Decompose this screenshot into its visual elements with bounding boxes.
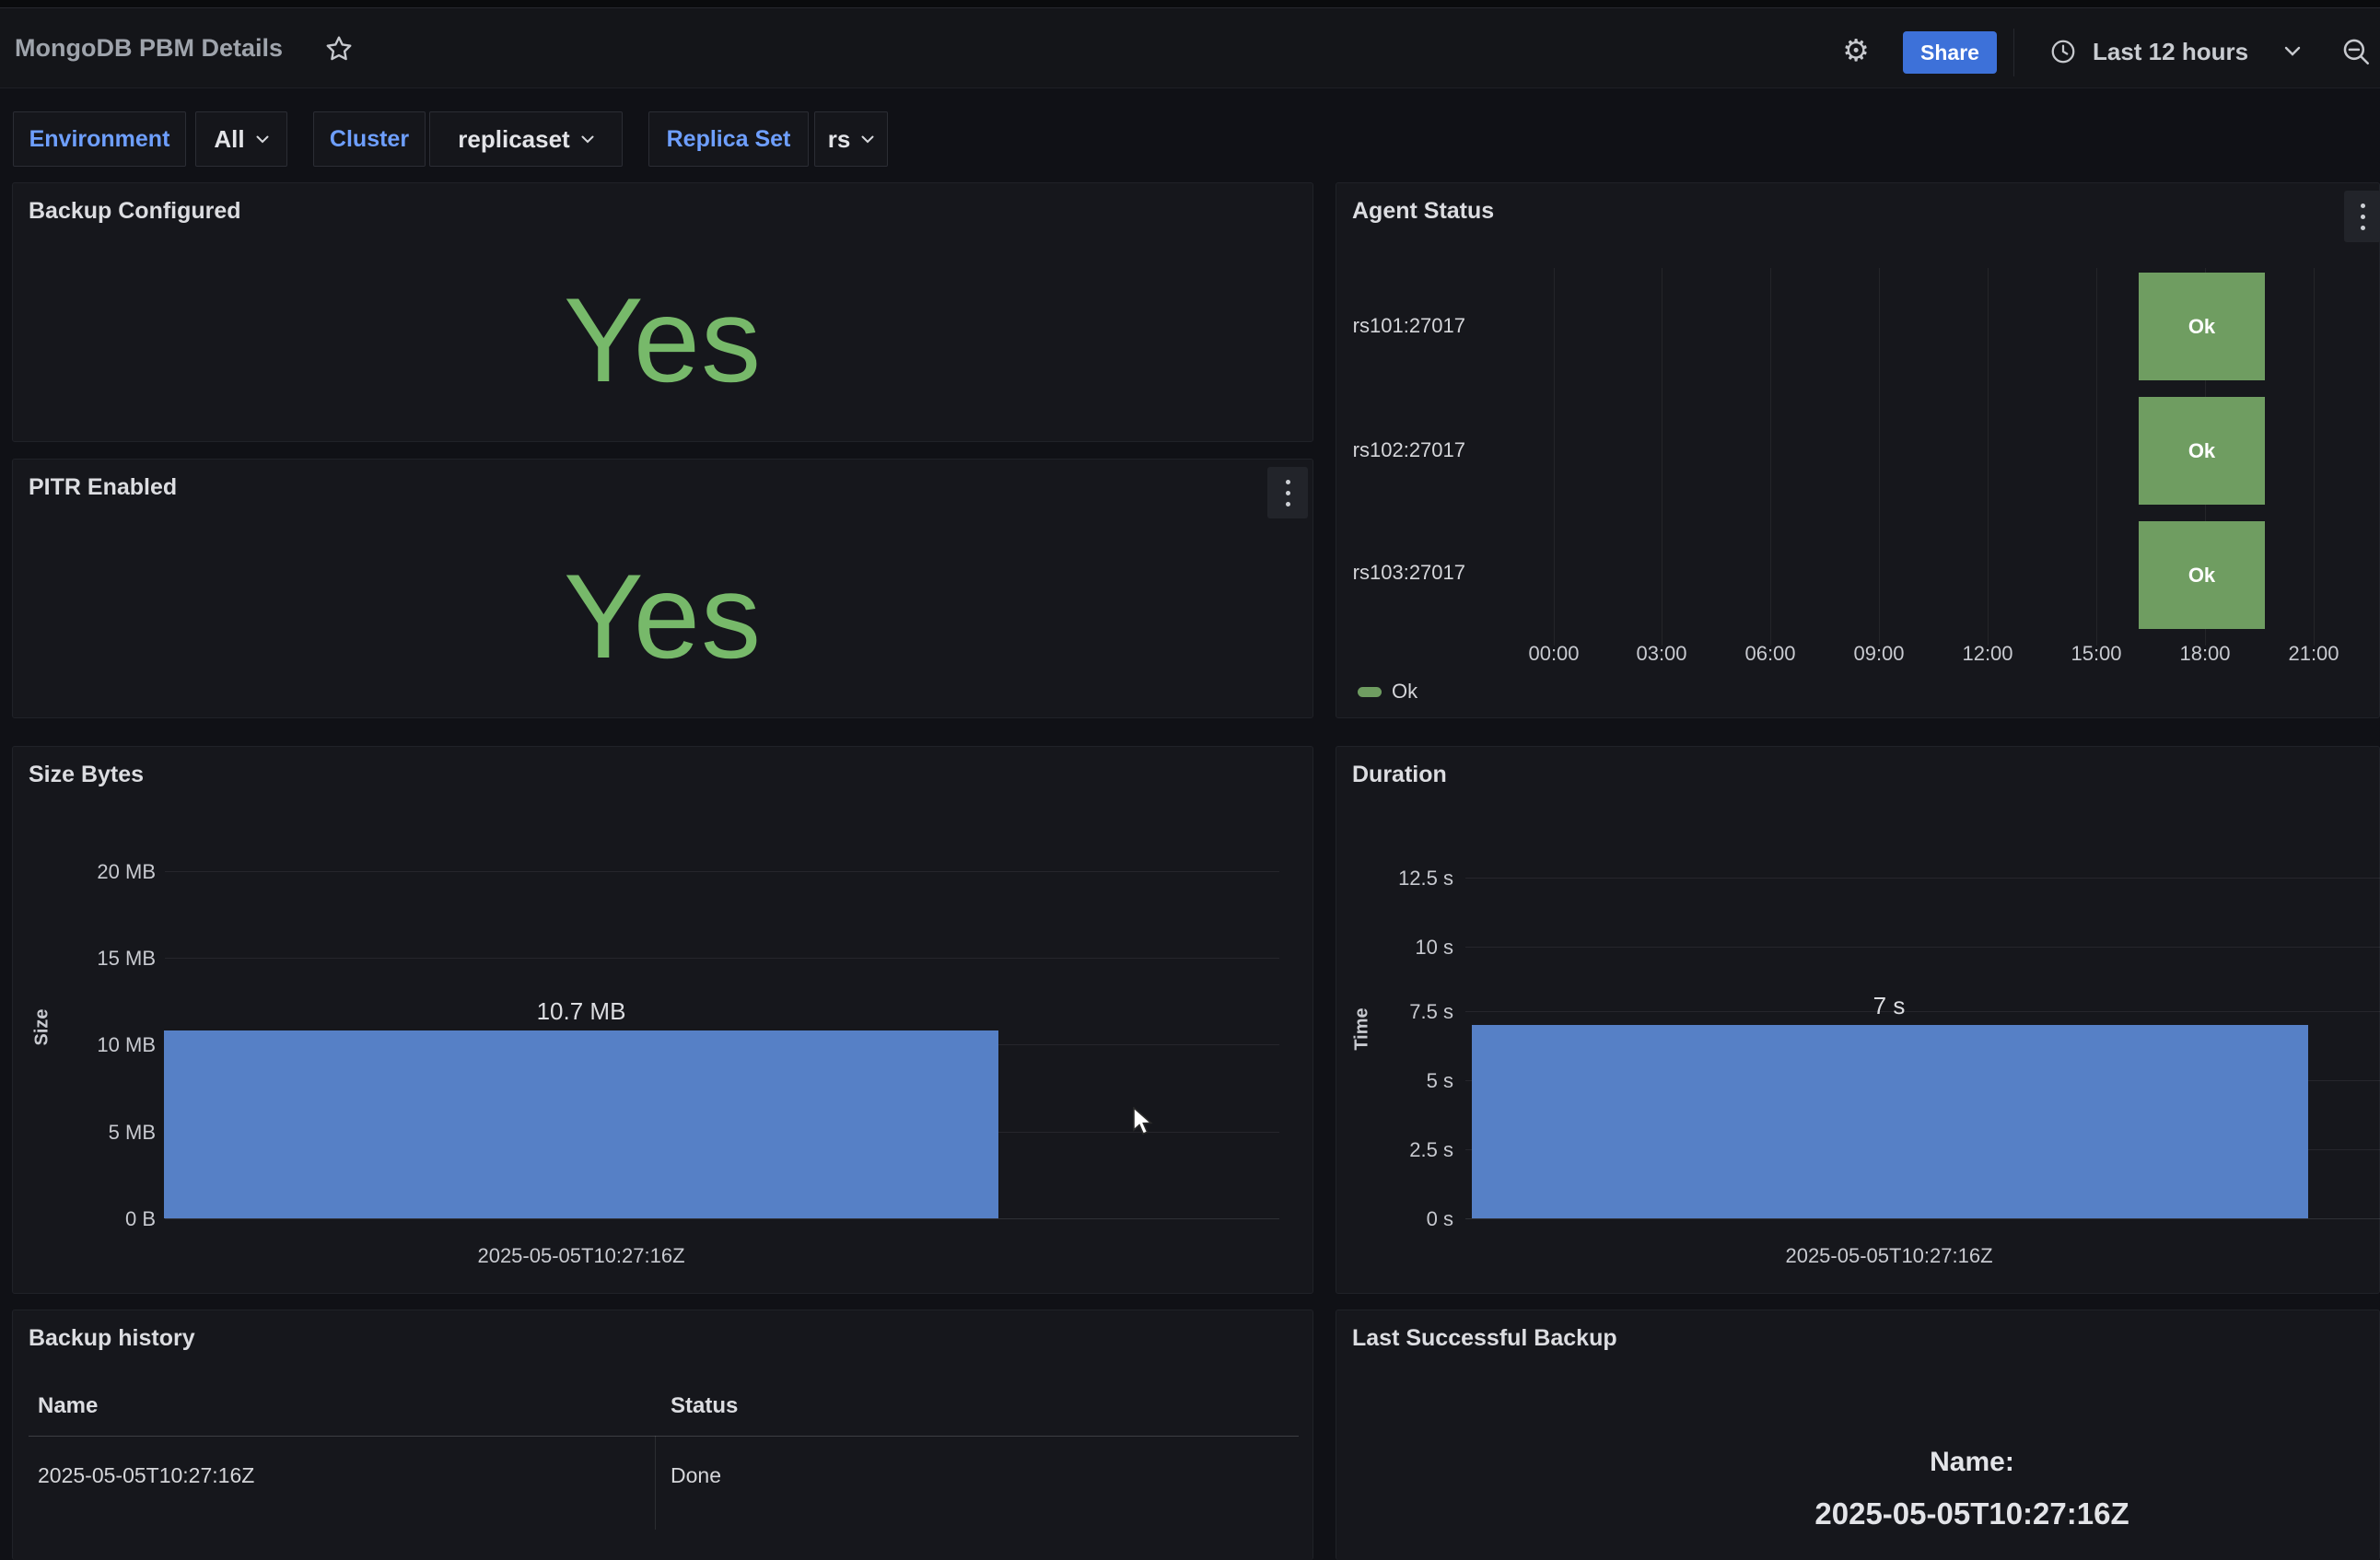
x-tick: 2025-05-05T10:27:16Z <box>1705 1244 2073 1268</box>
y-tick: 20 MB <box>13 860 156 884</box>
y-tick: 7.5 s <box>1336 1000 1453 1024</box>
last-backup-name-label: Name: <box>1696 1447 2248 1478</box>
panel-title: Backup history <box>29 1325 195 1352</box>
favorite-star-icon[interactable] <box>322 32 356 65</box>
table-cell-name[interactable]: 2025-05-05T10:27:16Z <box>38 1463 254 1488</box>
agent-status-box[interactable]: Ok <box>2139 273 2265 380</box>
y-tick: 5 MB <box>13 1121 156 1145</box>
y-tick: 12.5 s <box>1336 867 1453 891</box>
share-button[interactable]: Share <box>1903 31 1997 74</box>
table-header-divider <box>29 1436 1299 1437</box>
panel-menu-kebab-icon[interactable] <box>2344 191 2380 242</box>
filter-replicaset-select[interactable]: rs <box>814 111 888 167</box>
y-tick: 5 s <box>1336 1069 1453 1093</box>
panel-backup-history: Backup history Name Status 2025-05-05T10… <box>12 1310 1313 1560</box>
settings-gear-icon[interactable]: ⚙ <box>1838 32 1873 67</box>
grafana-dashboard: MongoDB PBM Details ⚙ Share Last 12 hour… <box>0 0 2380 1560</box>
x-tick: 00:00 <box>1511 642 1596 666</box>
legend-swatch-ok <box>1358 687 1382 697</box>
dashboard-title[interactable]: MongoDB PBM Details <box>15 8 283 87</box>
mouse-cursor <box>1132 1107 1160 1136</box>
legend-label-ok[interactable]: Ok <box>1392 680 1418 704</box>
panel-size-bytes: Size Bytes Size 20 MB 15 MB 10 MB 5 MB 0… <box>12 746 1313 1294</box>
navbar-divider <box>2013 29 2014 76</box>
panel-title: Size Bytes <box>29 762 144 788</box>
window-top-strip <box>0 0 2380 7</box>
x-tick: 06:00 <box>1728 642 1813 666</box>
size-bytes-bar[interactable] <box>164 1030 998 1218</box>
table-header-status[interactable]: Status <box>671 1393 738 1419</box>
top-navbar: MongoDB PBM Details ⚙ Share Last 12 hour… <box>0 7 2380 88</box>
panel-agent-status: Agent Status rs101:27017 rs102:27017 rs1… <box>1336 182 2380 718</box>
time-range-chevron-down-icon[interactable] <box>2282 43 2303 60</box>
last-backup-name-value: 2025-05-05T10:27:16Z <box>1650 1496 2294 1531</box>
agent-row-label: rs102:27017 <box>1346 438 1465 462</box>
filter-environment-label: Environment <box>13 111 186 167</box>
y-tick: 10 MB <box>13 1033 156 1057</box>
panel-pitr-enabled: PITR Enabled Yes <box>12 459 1313 718</box>
bar-value-label: 10.7 MB <box>397 997 765 1026</box>
agent-status-box[interactable]: Ok <box>2139 521 2265 629</box>
x-tick: 03:00 <box>1619 642 1704 666</box>
share-button-label: Share <box>1920 41 1979 65</box>
backup-configured-value: Yes <box>13 271 1312 409</box>
y-axis-label: Time <box>1352 984 1373 1076</box>
pitr-enabled-value: Yes <box>13 547 1312 685</box>
clock-icon <box>2048 37 2078 66</box>
y-tick: 0 s <box>1336 1207 1453 1231</box>
x-tick: 18:00 <box>2163 642 2247 666</box>
panel-title: Backup Configured <box>29 198 241 225</box>
y-tick: 0 B <box>13 1207 156 1231</box>
duration-bar[interactable] <box>1472 1025 2308 1218</box>
agent-row-label: rs101:27017 <box>1346 314 1465 338</box>
chevron-down-icon <box>581 135 594 144</box>
x-tick: 15:00 <box>2054 642 2139 666</box>
filter-replicaset-label: Replica Set <box>648 111 809 167</box>
filter-cluster-select[interactable]: replicaset <box>429 111 623 167</box>
zoom-out-icon[interactable] <box>2339 35 2373 68</box>
x-tick: 2025-05-05T10:27:16Z <box>397 1244 765 1268</box>
filter-cluster-label: Cluster <box>313 111 426 167</box>
x-tick: 21:00 <box>2271 642 2356 666</box>
panel-last-successful-backup: Last Successful Backup Name: 2025-05-05T… <box>1336 1310 2380 1560</box>
panel-menu-kebab-icon[interactable] <box>1267 467 1308 518</box>
panel-title: PITR Enabled <box>29 474 177 501</box>
panel-backup-configured: Backup Configured Yes <box>12 182 1313 442</box>
time-range-picker[interactable]: Last 12 hours <box>2093 8 2248 95</box>
bar-value-label: 7 s <box>1705 992 2073 1020</box>
agent-status-box[interactable]: Ok <box>2139 397 2265 505</box>
panel-duration: Duration Time 12.5 s 10 s 7.5 s 5 s 2.5 … <box>1336 746 2380 1294</box>
table-column-divider <box>655 1436 656 1530</box>
filter-environment-select[interactable]: All <box>195 111 287 167</box>
y-tick: 15 MB <box>13 947 156 971</box>
panel-title: Last Successful Backup <box>1352 1325 1617 1352</box>
y-tick: 10 s <box>1336 936 1453 960</box>
chevron-down-icon <box>256 135 269 144</box>
table-cell-status[interactable]: Done <box>671 1463 721 1488</box>
agent-row-label: rs103:27017 <box>1346 561 1465 585</box>
x-tick: 12:00 <box>1945 642 2030 666</box>
panel-title: Duration <box>1352 762 1447 788</box>
panel-title: Agent Status <box>1352 198 1494 225</box>
y-tick: 2.5 s <box>1336 1138 1453 1162</box>
x-tick: 09:00 <box>1837 642 1921 666</box>
chevron-down-icon <box>861 135 874 144</box>
table-header-name[interactable]: Name <box>38 1393 98 1419</box>
y-axis-label: Size <box>32 982 53 1074</box>
